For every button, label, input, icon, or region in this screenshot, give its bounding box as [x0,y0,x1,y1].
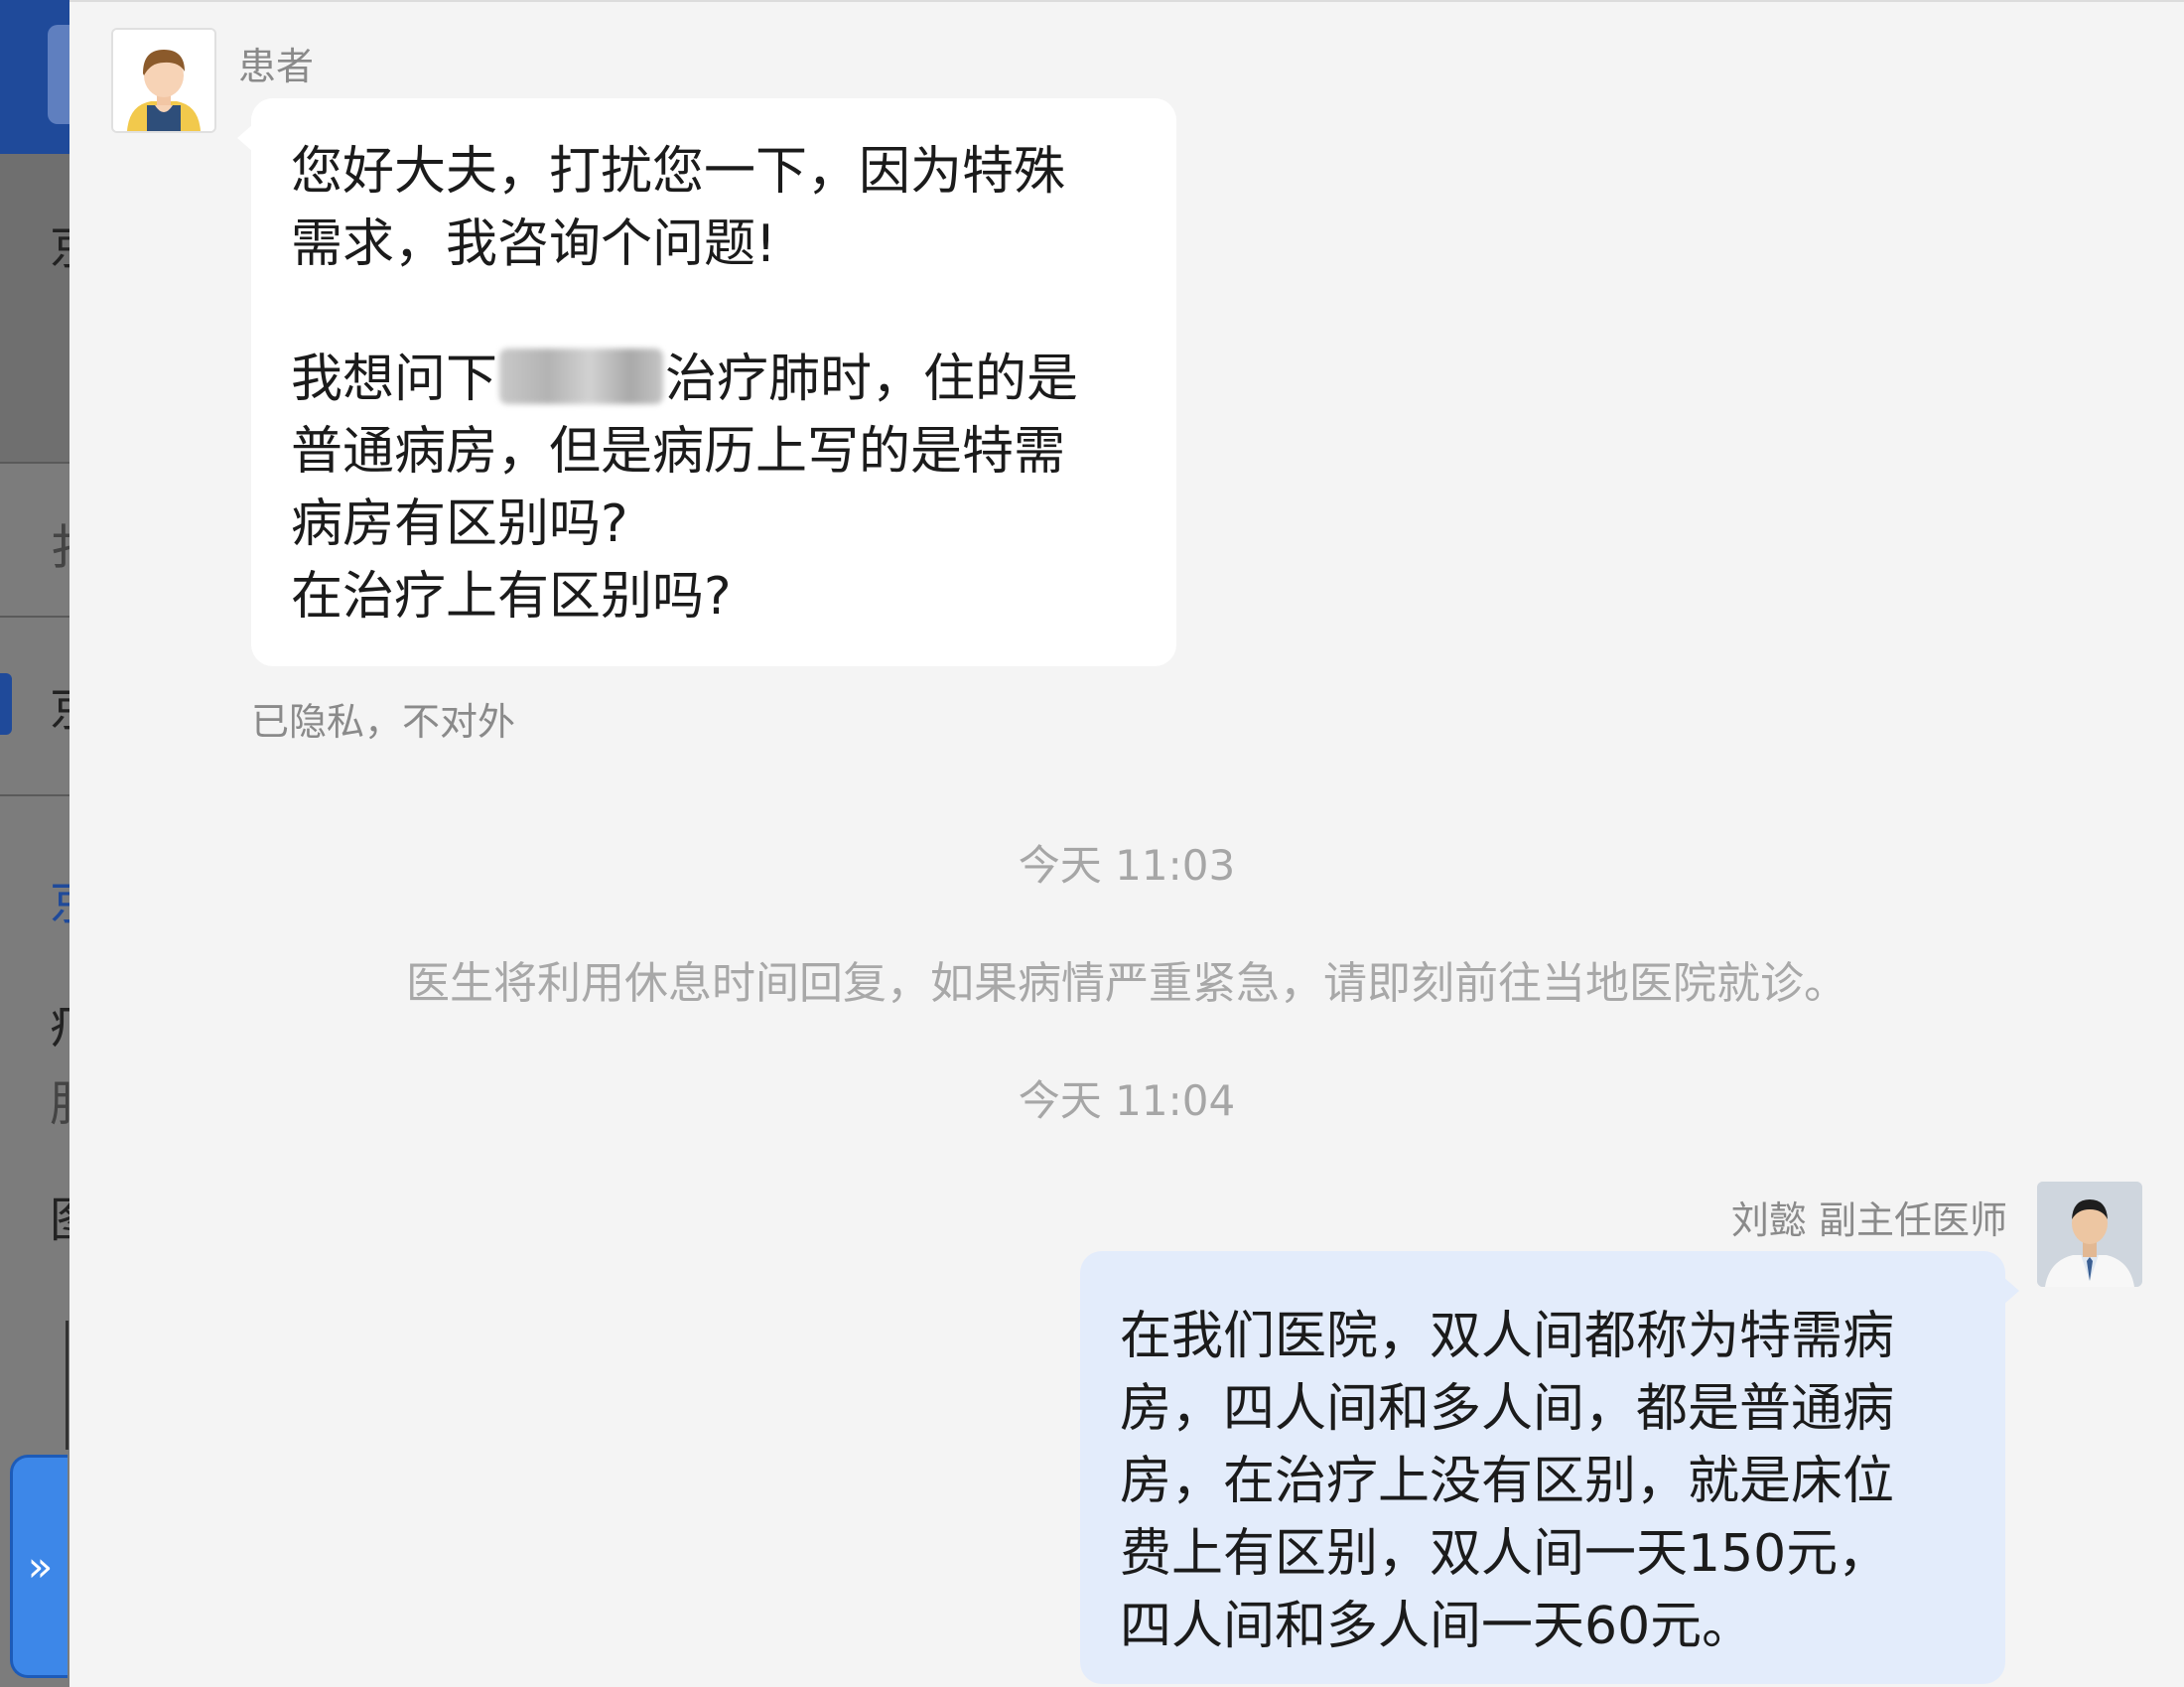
timestamp: 今天 11:04 [1018,1076,1236,1125]
divider [0,794,69,796]
patient-message-text-prefix: 我想问下 [291,350,498,409]
divider [0,616,69,618]
doctor-message-bubble[interactable]: 在我们医院，双人间都称为特需病 房，四人间和多人间，都是普通病 房，在治疗上没有… [1080,1251,2019,1684]
patient-message-text: 我想问下 治疗肺时，住的是 普通病房，但是病历上写的是特需 病房有区别吗? 在治疗… [291,344,1137,633]
background-header-band [0,0,69,154]
background-panel [0,154,69,462]
app-root: 京 扌 京 京 疒 肝 图 » 患者 您好大夫，打扰您一下，因为特殊 需求，我咨… [0,0,2184,1687]
timestamp: 今天 11:03 [1018,841,1236,890]
doctor-name: 刘懿 副主任医师 [1730,1198,2007,1242]
patient-avatar-icon [113,30,214,131]
background-glyph: 疒 [50,1003,69,1051]
background-glyph: 图 [50,1196,69,1244]
background-tab [48,25,69,124]
doctor-message-text: 在我们医院，双人间都称为特需病 房，四人间和多人间，都是普通病 房，在治疗上没有… [1120,1307,1895,1656]
redacted-blur [499,349,664,404]
divider [0,462,69,464]
background-glyph: 肝 [50,1080,69,1128]
doctor-avatar-icon [2037,1182,2142,1287]
system-notice: 医生将利用休息时间回复，如果病情严重紧急，请即刻前往当地医院就诊。 [406,958,1847,1009]
privacy-note: 已隐私，不对外 [251,700,516,744]
background-glyph: 京 [50,685,69,733]
background-glyph: 扌 [50,524,69,572]
double-chevron-right-icon: » [27,1542,54,1591]
patient-message-text: 您好大夫，打扰您一下，因为特殊 需求，我咨询个问题! [291,142,1066,274]
patient-avatar[interactable] [111,28,216,133]
chat-panel[interactable]: 患者 您好大夫，打扰您一下，因为特殊 需求，我咨询个问题! 我想问下 治疗肺时，住… [69,0,2184,1687]
background-selected-marker [0,673,12,735]
background-glyph: 京 [50,879,69,926]
patient-name: 患者 [238,45,315,88]
background-vertical-line [66,1321,68,1450]
background-page-strip: 京 扌 京 京 疒 肝 图 [0,0,69,1687]
patient-message-bubble[interactable]: 您好大夫，打扰您一下，因为特殊 需求，我咨询个问题! 我想问下 治疗肺时，住的是 … [237,98,1176,666]
doctor-avatar[interactable] [2037,1182,2142,1287]
background-glyph: 京 [50,223,69,271]
expand-panel-button[interactable]: » [10,1455,68,1678]
